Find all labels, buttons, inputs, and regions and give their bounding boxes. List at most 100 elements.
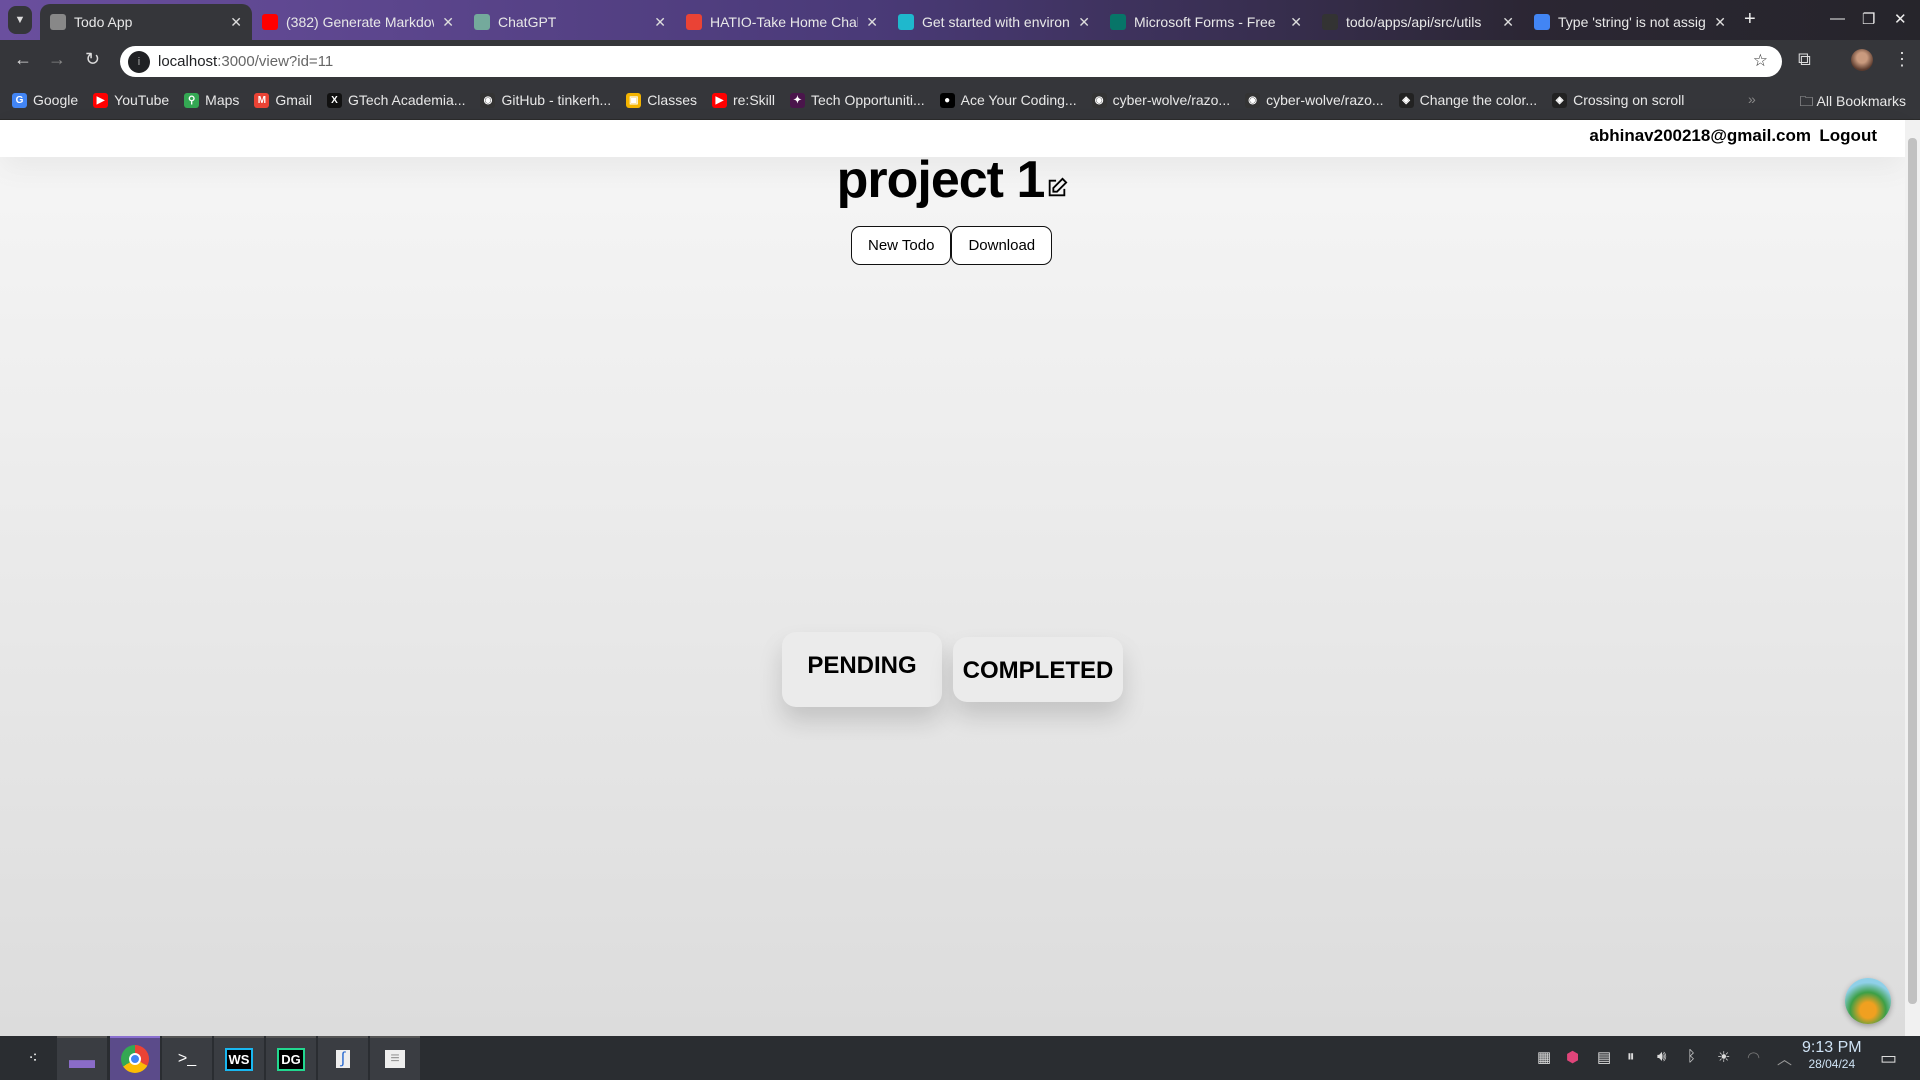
- wifi-icon[interactable]: ◠: [1747, 1048, 1760, 1066]
- bookmark-item[interactable]: ▶ re:Skill: [711, 92, 775, 108]
- document-viewer-icon[interactable]: ≡: [370, 1036, 420, 1080]
- clipboard-icon[interactable]: ▤: [1597, 1048, 1611, 1066]
- bookmark-item[interactable]: ◉ cyber-wolve/razo...: [1245, 92, 1384, 108]
- bookmark-item[interactable]: ◉ cyber-wolve/razo...: [1091, 92, 1230, 108]
- bookmark-item[interactable]: G Google: [12, 92, 78, 108]
- tab-0[interactable]: Todo App ✕: [40, 4, 252, 40]
- close-tab-icon[interactable]: ✕: [866, 14, 878, 31]
- tab-label: Microsoft Forms - Free: [1134, 14, 1276, 30]
- reload-button[interactable]: ↻: [85, 49, 100, 70]
- volume-icon[interactable]: 🔊︎: [1657, 1048, 1666, 1065]
- restore-button[interactable]: ❐: [1862, 10, 1875, 28]
- tab-3[interactable]: HATIO-Take Home Challenge ✕: [676, 4, 888, 40]
- address-bar[interactable]: i localhost:3000/view?id=11 ☆: [120, 46, 1782, 77]
- youtube-icon: [262, 14, 278, 30]
- user-email: abhinav200218@gmail.com: [1589, 126, 1811, 145]
- bookmark-item[interactable]: ◈ Crossing on scroll: [1552, 92, 1684, 108]
- close-tab-icon[interactable]: ✕: [1290, 14, 1302, 31]
- bookmark-item[interactable]: ● Ace Your Coding...: [939, 92, 1077, 108]
- tab-label: Todo App: [74, 14, 133, 30]
- taskbar: ⁖ ▬ >_ WS DG ∫ ≡ ▦ ⬢ ▤ ⏸ 🔊︎ ᛒ ☀ ◠ ︿ 9:13…: [0, 1036, 1920, 1080]
- clock-time: 9:13 PM: [1802, 1039, 1862, 1056]
- keyboard-tray-icon[interactable]: ▦: [1537, 1048, 1551, 1066]
- all-bookmarks-label: All Bookmarks: [1816, 93, 1906, 109]
- all-bookmarks[interactable]: 🗀 All Bookmarks: [1799, 91, 1906, 115]
- close-tab-icon[interactable]: ✕: [442, 14, 454, 31]
- files-icon[interactable]: ▬: [57, 1036, 107, 1080]
- logout-button[interactable]: Logout: [1819, 126, 1877, 146]
- url-path: :3000/view?id=11: [217, 53, 334, 70]
- chatgpt-icon: [474, 14, 490, 30]
- datagrip-icon[interactable]: DG: [266, 1036, 316, 1080]
- tab-label: HATIO-Take Home Challenge: [710, 14, 859, 30]
- bookmark-label: Google: [33, 92, 79, 108]
- bookmark-item[interactable]: ◉ GitHub - tinkerh...: [480, 92, 611, 108]
- gmail-icon: [686, 14, 702, 30]
- bookmark-icon: X: [326, 92, 342, 108]
- media-pause-icon[interactable]: ⏸: [1627, 1048, 1635, 1065]
- clock[interactable]: 9:13 PM 28/04/24: [1802, 1040, 1862, 1072]
- minimize-button[interactable]: —: [1830, 10, 1845, 27]
- more-bookmarks-icon[interactable]: »: [1748, 91, 1756, 107]
- close-tab-icon[interactable]: ✕: [654, 14, 666, 31]
- chrome-icon[interactable]: [110, 1036, 160, 1080]
- tab-5[interactable]: Microsoft Forms - Free ✕: [1100, 4, 1312, 40]
- profile-avatar[interactable]: [1851, 49, 1873, 71]
- bookmark-icon: ◈: [1398, 92, 1414, 108]
- tab-search-button[interactable]: ▼: [8, 6, 32, 34]
- pending-column[interactable]: PENDING: [782, 632, 942, 707]
- clock-date: 28/04/24: [1808, 1057, 1856, 1071]
- extensions-icon[interactable]: ⧉: [1798, 49, 1811, 70]
- floating-avatar-button[interactable]: [1845, 978, 1891, 1024]
- bluetooth-icon[interactable]: ᛒ: [1687, 1048, 1696, 1065]
- back-button[interactable]: ←: [14, 49, 32, 70]
- bookmark-item[interactable]: ▶ YouTube: [93, 92, 169, 108]
- bookmark-item[interactable]: ⚲ Maps: [184, 92, 239, 108]
- bookmark-icon: ▶: [711, 92, 727, 108]
- tab-1[interactable]: (382) Generate Markdown ✕: [252, 4, 464, 40]
- close-tab-icon[interactable]: ✕: [1714, 14, 1726, 31]
- new-tab-button[interactable]: +: [1744, 8, 1756, 31]
- close-window-button[interactable]: ✕: [1894, 10, 1907, 28]
- jetbrains-toolbox-icon[interactable]: ⬢: [1566, 1048, 1579, 1066]
- terminal-icon[interactable]: >_: [162, 1036, 212, 1080]
- bookmark-label: GitHub - tinkerh...: [501, 92, 612, 108]
- tab-label: ChatGPT: [498, 14, 557, 30]
- bookmark-icon: ◉: [1245, 92, 1261, 108]
- tab-4[interactable]: Get started with environments ✕: [888, 4, 1100, 40]
- github-icon: [1322, 14, 1338, 30]
- completed-column[interactable]: COMPLETED: [953, 637, 1123, 702]
- close-tab-icon[interactable]: ✕: [230, 14, 242, 31]
- brightness-icon[interactable]: ☀: [1717, 1048, 1730, 1066]
- bookmark-label: cyber-wolve/razo...: [1266, 92, 1384, 108]
- close-tab-icon[interactable]: ✕: [1502, 14, 1514, 31]
- launcher-icon[interactable]: ⁖: [8, 1036, 58, 1080]
- bookmark-item[interactable]: ▣ Classes: [626, 92, 697, 108]
- bookmark-item[interactable]: M Gmail: [254, 92, 312, 108]
- tab-7[interactable]: Type 'string' is not assignable ✕: [1524, 4, 1736, 40]
- project-title: project 1: [836, 151, 1046, 209]
- tab-2[interactable]: ChatGPT ✕: [464, 4, 676, 40]
- bookmark-star-icon[interactable]: ☆: [1753, 51, 1768, 71]
- tab-6[interactable]: todo/apps/api/src/utils ✕: [1312, 4, 1524, 40]
- menu-icon[interactable]: ⋮: [1893, 49, 1911, 70]
- text-editor-icon[interactable]: ∫: [318, 1036, 368, 1080]
- bookmark-item[interactable]: X GTech Academia...: [326, 92, 465, 108]
- tab-label: Get started with environments: [922, 14, 1070, 30]
- project-title-row: project 1: [0, 150, 1905, 210]
- site-info-icon[interactable]: i: [128, 50, 150, 73]
- tray-expand-icon[interactable]: ︿: [1777, 1048, 1792, 1069]
- page-content: abhinav200218@gmail.com Logout project 1…: [0, 120, 1905, 1036]
- download-button[interactable]: Download: [951, 226, 1053, 265]
- webstorm-icon[interactable]: WS: [214, 1036, 264, 1080]
- close-tab-icon[interactable]: ✕: [1078, 14, 1090, 31]
- new-todo-button[interactable]: New Todo: [851, 226, 952, 265]
- bookmark-item[interactable]: ◈ Change the color...: [1398, 92, 1537, 108]
- page-scrollbar[interactable]: [1905, 120, 1920, 1036]
- edit-icon[interactable]: [1046, 177, 1068, 199]
- scrollbar-thumb[interactable]: [1908, 138, 1917, 1004]
- forward-button[interactable]: →: [48, 49, 66, 70]
- tab-label: todo/apps/api/src/utils: [1346, 14, 1482, 30]
- bookmark-item[interactable]: ✦ Tech Opportuniti...: [790, 92, 925, 108]
- show-desktop-icon[interactable]: ▭: [1880, 1048, 1897, 1069]
